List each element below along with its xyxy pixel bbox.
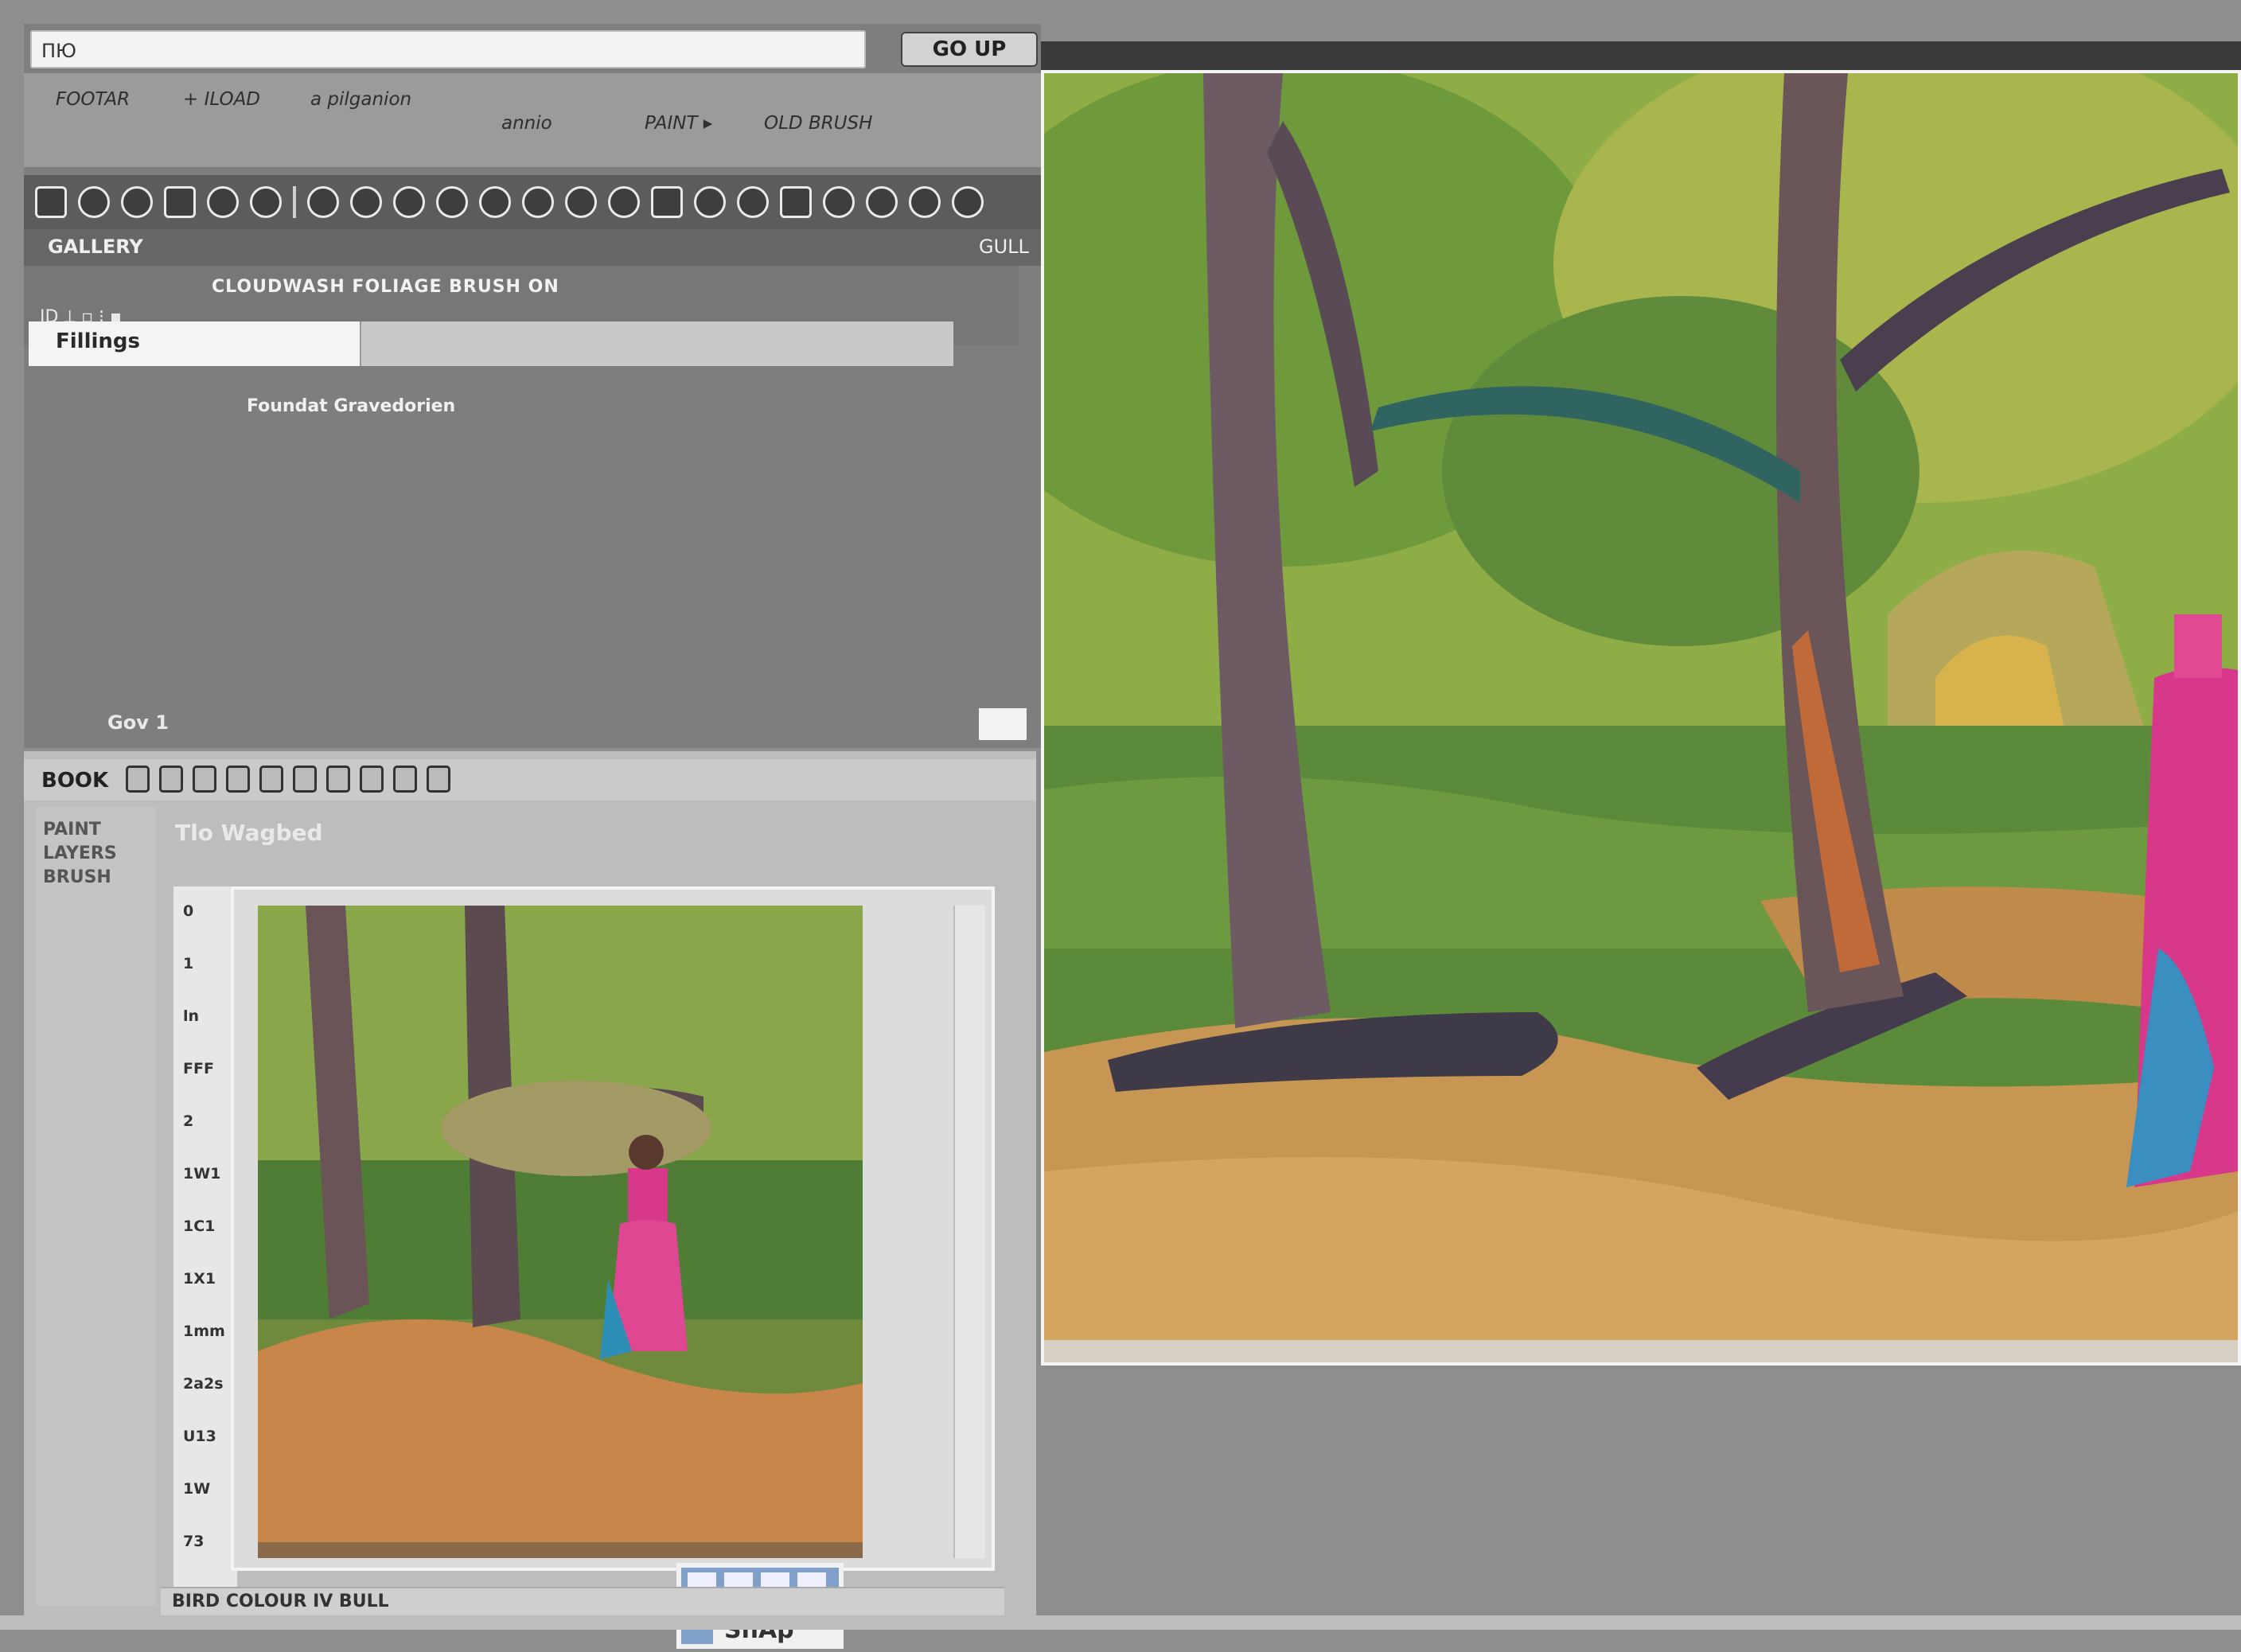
- status-text: Gov 1: [107, 711, 169, 734]
- zoom-icon[interactable]: [737, 186, 769, 218]
- side-panel-item[interactable]: PAINT: [43, 818, 138, 842]
- square-icon[interactable]: [164, 186, 196, 218]
- panel-caption: Foundat Gravedorien: [247, 396, 456, 416]
- preview-toolbar: BOOK: [24, 759, 1036, 801]
- text-icon[interactable]: [608, 186, 640, 218]
- preview-toolbar-label: BOOK: [41, 769, 109, 793]
- move-icon[interactable]: [780, 186, 812, 218]
- menu-item-footar[interactable]: FOOTAR: [56, 89, 130, 110]
- preview-image-frame[interactable]: [258, 906, 863, 1558]
- settings-icon[interactable]: [952, 186, 984, 218]
- menu-bar: FOOTAR + ILOAD a pilganion annio PAINT ▸…: [24, 73, 1041, 167]
- zoom-in-icon[interactable]: [193, 766, 216, 793]
- ruler-mark: U13: [183, 1428, 216, 1445]
- toolbar-divider: [293, 186, 296, 218]
- droplet-icon[interactable]: [479, 186, 511, 218]
- bottom-bar: [0, 1615, 2241, 1630]
- layer-icon[interactable]: [651, 186, 683, 218]
- preview-document: [231, 886, 995, 1571]
- address-text: ПЮ: [41, 40, 76, 62]
- ruler-mark: 1W1: [183, 1165, 221, 1183]
- gallery-label: GALLERY: [48, 236, 143, 258]
- preview-window: BOOK PAINT LAYERS BRUSH Tlo Wagbed 0 1 l…: [24, 751, 1036, 1649]
- ruler-mark: 0: [183, 902, 194, 920]
- go-button[interactable]: GO UP: [901, 32, 1038, 67]
- redo-icon[interactable]: [909, 186, 941, 218]
- menu-item-iload[interactable]: + ILOAD: [183, 89, 260, 110]
- zoom-out-icon[interactable]: [226, 766, 250, 793]
- blur-icon[interactable]: [436, 186, 468, 218]
- main-canvas[interactable]: [1041, 70, 2241, 1366]
- menu-item-paint[interactable]: PAINT ▸: [645, 113, 712, 134]
- image-icon[interactable]: [159, 766, 183, 793]
- side-panel-item[interactable]: LAYERS: [43, 842, 138, 866]
- share-icon[interactable]: [427, 766, 450, 793]
- fit-icon[interactable]: [259, 766, 283, 793]
- ruler-mark: 1C1: [183, 1218, 216, 1235]
- editor-window: ПЮ GO UP FOOTAR + ILOAD a pilganion anni…: [24, 24, 1041, 748]
- ruler-mark: 2: [183, 1112, 194, 1130]
- print-icon[interactable]: [293, 766, 317, 793]
- pencil-icon[interactable]: [121, 186, 153, 218]
- preview-scrollbar[interactable]: [953, 906, 985, 1558]
- brush-icon[interactable]: [78, 186, 110, 218]
- fill-icon[interactable]: [250, 186, 282, 218]
- gallery-bar: GALLERY GULL: [24, 229, 1041, 266]
- painting-canvas: [1044, 73, 2238, 1362]
- ruler-mark: 1mm: [183, 1323, 225, 1340]
- lasso-icon[interactable]: [350, 186, 382, 218]
- text-tool-icon[interactable]: [393, 766, 417, 793]
- preview-side-panel: PAINT LAYERS BRUSH: [37, 807, 156, 1606]
- brush-properties-title: CLOUDWASH FOLIAGE BRUSH ON: [212, 277, 559, 297]
- menu-item-annio[interactable]: annio: [501, 113, 552, 134]
- rotate-icon[interactable]: [823, 186, 855, 218]
- fillings-slider[interactable]: Fillings: [29, 321, 953, 366]
- page-icon[interactable]: [126, 766, 150, 793]
- crop-icon[interactable]: [694, 186, 726, 218]
- circle-icon[interactable]: [307, 186, 339, 218]
- resize-handle[interactable]: [979, 708, 1027, 740]
- ruler-mark: 2a2s: [183, 1375, 224, 1393]
- document-title: Tlo Wagbed: [175, 820, 323, 846]
- gallery-icon[interactable]: [35, 186, 67, 218]
- side-panel-item[interactable]: BRUSH: [43, 866, 138, 890]
- fillings-label: Fillings: [56, 329, 141, 353]
- side-panel-labels: PAINT LAYERS BRUSH: [43, 818, 138, 890]
- undo-icon[interactable]: [866, 186, 898, 218]
- rotate-right-icon[interactable]: [360, 766, 384, 793]
- ruler-mark: 1W: [183, 1480, 211, 1498]
- preview-status-bar: BIRD COLOUR IV BULL: [161, 1587, 1004, 1615]
- tool-bar: [24, 175, 1041, 229]
- ruler-mark: 1: [183, 955, 194, 972]
- ruler-mark: 73: [183, 1533, 205, 1550]
- smudge-icon[interactable]: [393, 186, 425, 218]
- address-input[interactable]: ПЮ: [30, 30, 866, 68]
- menu-item-old-brush[interactable]: OLD BRUSH: [764, 113, 872, 134]
- rotate-left-icon[interactable]: [326, 766, 350, 793]
- vertical-ruler: 0 1 ln FFF 2 1W1 1C1 1X1 1mm 2a2s U13 1W…: [173, 886, 237, 1587]
- gallery-right-label[interactable]: GULL: [979, 236, 1029, 258]
- ruler-mark: 1X1: [183, 1270, 216, 1288]
- preview-toolbar-icons: [126, 766, 450, 793]
- menu-item-pilganion[interactable]: a pilganion: [310, 89, 411, 110]
- eraser-icon[interactable]: [207, 186, 239, 218]
- ruler-mark: FFF: [183, 1060, 214, 1077]
- ruler-mark: ln: [183, 1007, 200, 1025]
- preview-thumbnail: [258, 906, 863, 1558]
- gradient-icon[interactable]: [522, 186, 554, 218]
- preview-status-text: BIRD COLOUR IV BULL: [172, 1592, 389, 1611]
- eyedropper-icon[interactable]: [565, 186, 597, 218]
- canvas-header: [1041, 41, 2241, 73]
